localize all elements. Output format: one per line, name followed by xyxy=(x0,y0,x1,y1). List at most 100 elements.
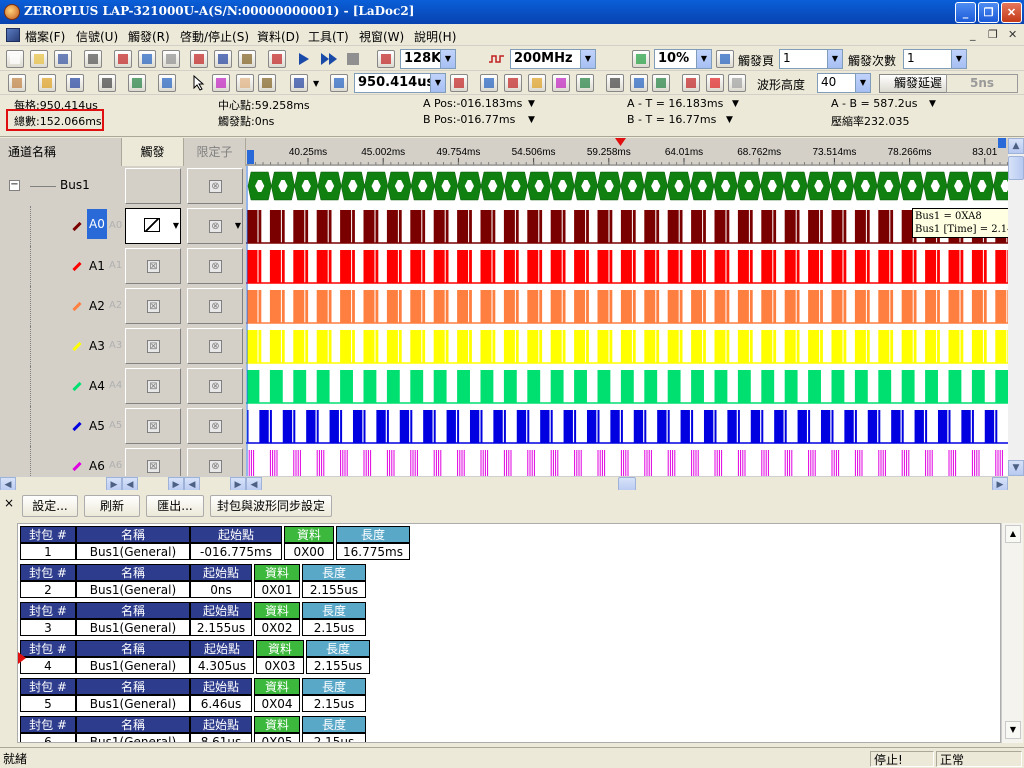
trigger-page-select[interactable]: 1 ▼ xyxy=(779,49,843,69)
channel-row[interactable]: A1 A1 xyxy=(0,246,122,286)
channel-name[interactable]: A4 xyxy=(89,379,105,393)
menu-signal[interactable]: 信號(U) xyxy=(76,28,118,45)
open-icon[interactable] xyxy=(30,50,48,68)
chevron-down-icon[interactable]: ▼ xyxy=(430,74,445,92)
print-icon[interactable] xyxy=(84,50,102,68)
zoom-grid-icon[interactable] xyxy=(290,74,308,92)
channel-row[interactable]: A2 A2 xyxy=(0,286,122,326)
chevron-down-icon[interactable]: ▼ xyxy=(528,99,535,109)
trigger-count-select[interactable]: 1 ▼ xyxy=(903,49,967,69)
packet-row[interactable]: 封包 #3 名稱 Bus1(General) 起始點 2.155us 資料 0X02 長度 2.… xyxy=(20,602,440,638)
chevron-down-icon[interactable]: ▼ xyxy=(696,50,711,68)
packet-list[interactable]: 封包 #1 名稱 Bus1(General) 起始點 -016.775ms 資料 0X00 長… xyxy=(17,523,1001,743)
packet-vertical-scrollbar[interactable]: ▲ ▼ xyxy=(1001,523,1023,743)
play-icon[interactable] xyxy=(297,52,311,66)
clock-icon[interactable] xyxy=(38,74,56,92)
mdi-close-button[interactable]: ✕ xyxy=(1008,28,1017,41)
scroll-up-icon[interactable]: ▲ xyxy=(1008,138,1024,154)
signal-c-icon[interactable] xyxy=(214,50,232,68)
bar-b-icon[interactable] xyxy=(504,74,522,92)
bus-limiter-cell[interactable]: ⊗ xyxy=(187,168,243,204)
chevron-down-icon[interactable]: ▼ xyxy=(580,50,595,68)
channel-row[interactable]: A4 A4 xyxy=(0,366,122,406)
menu-run-stop[interactable]: 啓動/停止(S) xyxy=(180,28,249,45)
menu-help[interactable]: 說明(H) xyxy=(414,28,456,45)
chevron-down-icon[interactable]: ▼ xyxy=(235,221,241,230)
channel-row[interactable]: A3 A3 xyxy=(0,326,122,366)
mdi-restore-button[interactable]: ❐ xyxy=(988,28,998,41)
close-button[interactable]: ✕ xyxy=(1001,2,1022,23)
bus-name[interactable]: Bus1 xyxy=(60,178,90,192)
channel-name[interactable]: A2 xyxy=(89,299,105,313)
jump-prev-icon[interactable] xyxy=(630,74,648,92)
home-icon[interactable] xyxy=(8,74,26,92)
waveform-search-icon[interactable] xyxy=(450,74,468,92)
signal-b-icon[interactable] xyxy=(190,50,208,68)
scroll-thumb[interactable] xyxy=(1008,156,1024,180)
bus-trigger-cell[interactable] xyxy=(125,168,181,204)
scroll-down-icon[interactable]: ▼ xyxy=(1005,721,1021,739)
bar-a-icon[interactable] xyxy=(480,74,498,92)
channel-group-icon[interactable] xyxy=(114,50,132,68)
bar-d-icon[interactable] xyxy=(552,74,570,92)
bus-icon[interactable] xyxy=(706,74,724,92)
channel-limiter-cell[interactable]: ⊗ xyxy=(187,288,243,324)
refresh-button[interactable]: 刷新 xyxy=(84,495,140,517)
packet-row[interactable]: 封包 #5 名稱 Bus1(General) 起始點 6.46us 資料 0X04 長度 2.1… xyxy=(20,678,440,714)
chevron-down-icon[interactable]: ▼ xyxy=(929,99,936,109)
save-icon[interactable] xyxy=(54,50,72,68)
display-icon[interactable] xyxy=(158,74,176,92)
packet-row[interactable]: 封包 #4 名稱 Bus1(General) 起始點 4.305us 資料 0X03 長度 2.… xyxy=(20,640,440,676)
channel-name[interactable]: A3 xyxy=(89,339,105,353)
chevron-down-icon[interactable]: ▼ xyxy=(951,50,966,68)
stop-icon[interactable] xyxy=(346,52,360,66)
minimize-button[interactable]: _ xyxy=(955,2,976,23)
channel-row[interactable]: A5 A5 xyxy=(0,406,122,446)
packet-row[interactable]: 封包 #2 名稱 Bus1(General) 起始點 0ns 資料 0X01 長度 2.155u… xyxy=(20,564,440,600)
zoom-select[interactable]: 950.414us ▼ xyxy=(354,73,446,93)
sync-settings-button[interactable]: 封包與波形同步設定 xyxy=(210,495,332,517)
chevron-down-icon[interactable]: ▼ xyxy=(732,99,739,109)
calculator-icon[interactable] xyxy=(128,74,146,92)
channel-name[interactable]: A5 xyxy=(89,419,105,433)
channel-limiter-cell[interactable]: ⊗ ▼ xyxy=(187,208,243,244)
packet-icon[interactable] xyxy=(682,74,700,92)
waveform-area[interactable]: Bus1 = 0XA8 Bus1 [Time] = 2.145us xyxy=(246,166,1008,476)
channel-name[interactable]: A1 xyxy=(89,259,105,273)
cursor-icon[interactable] xyxy=(192,75,206,91)
time-ruler[interactable]: 40.25ms 45.002ms 49.754ms 54.506ms 59.258ms 6… xyxy=(246,138,1008,166)
maximize-button[interactable]: ❐ xyxy=(978,2,999,23)
menu-file[interactable]: 檔案(F) xyxy=(25,28,65,45)
channel-trigger-cell[interactable]: ⊠ xyxy=(125,408,181,444)
new-icon[interactable] xyxy=(6,50,24,68)
link-icon[interactable] xyxy=(728,74,746,92)
waveform-vertical-scrollbar[interactable]: ▲ ▼ xyxy=(1008,138,1024,476)
binoculars-icon[interactable] xyxy=(606,74,624,92)
close-icon[interactable]: × xyxy=(4,496,14,510)
chevron-down-icon[interactable]: ▼ xyxy=(313,79,319,88)
signal-a-icon[interactable] xyxy=(162,50,180,68)
bus-collapse-toggle[interactable]: − xyxy=(9,180,20,191)
bar-add-icon[interactable] xyxy=(576,74,594,92)
menu-window[interactable]: 視窗(W) xyxy=(359,28,404,45)
chevron-down-icon[interactable]: ▼ xyxy=(173,221,179,230)
menu-tools[interactable]: 工具(T) xyxy=(308,28,349,45)
report-icon[interactable] xyxy=(268,50,286,68)
hand-icon[interactable] xyxy=(236,74,254,92)
bar-c-icon[interactable] xyxy=(528,74,546,92)
chevron-down-icon[interactable]: ▼ xyxy=(440,50,455,68)
channel-trigger-cell[interactable]: ▼ xyxy=(125,208,181,244)
column-channel-name[interactable]: 通道名稱 xyxy=(0,138,122,166)
settings-button[interactable]: 設定... xyxy=(22,495,78,517)
channel-name[interactable]: A6 xyxy=(89,459,105,473)
channel-row[interactable]: A0 A0 xyxy=(0,206,122,246)
chevron-down-icon[interactable]: ▼ xyxy=(827,50,842,68)
scroll-down-icon[interactable]: ▼ xyxy=(1008,460,1024,476)
chevron-down-icon[interactable]: ▼ xyxy=(528,115,535,125)
channel-limiter-cell[interactable]: ⊗ xyxy=(187,408,243,444)
memory-depth-select[interactable]: 128K ▼ xyxy=(400,49,456,69)
channel-name[interactable]: A0 xyxy=(87,209,107,239)
chevron-down-icon[interactable]: ▼ xyxy=(726,115,733,125)
trigger-delay-value[interactable]: 5ns xyxy=(946,74,1018,93)
select-region-icon[interactable] xyxy=(212,74,230,92)
